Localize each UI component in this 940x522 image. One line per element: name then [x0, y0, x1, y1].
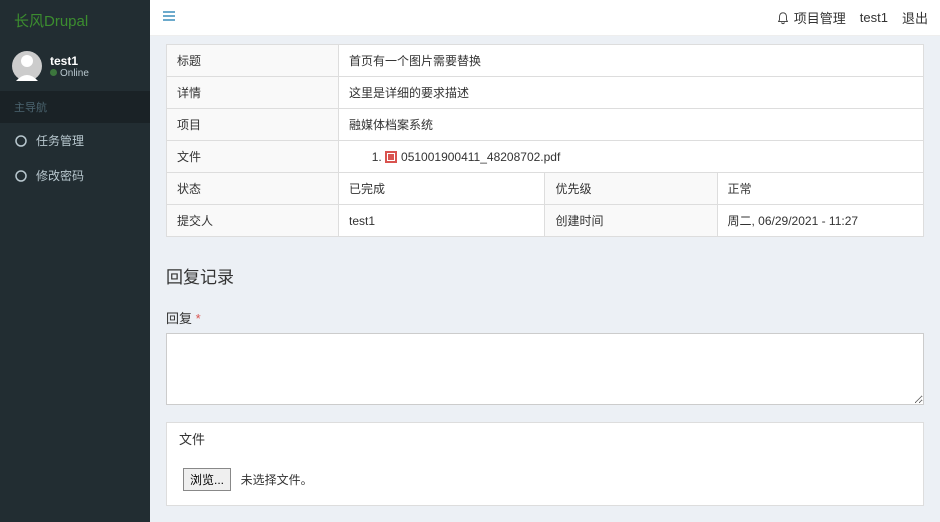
value-desc: 这里是详细的要求描述 [339, 77, 924, 109]
value-project: 融媒体档案系统 [339, 109, 924, 141]
topbar-username[interactable]: test1 [860, 10, 888, 25]
pdf-icon [385, 151, 397, 163]
label-desc: 详情 [167, 77, 339, 109]
sidebar-item-tasks[interactable]: 任务管理 [0, 123, 150, 158]
label-submitter: 提交人 [167, 205, 339, 237]
user-status: Online [50, 68, 89, 79]
logout-link[interactable]: 退出 [902, 8, 928, 27]
label-file: 文件 [167, 141, 339, 173]
file-legend: 文件 [167, 423, 923, 454]
sidebar: 长风Drupal test1 Online 主导航 任务管理 修改密码 [0, 0, 150, 522]
browse-button[interactable]: 浏览... [183, 468, 231, 491]
circle-icon [14, 134, 28, 148]
sidebar-item-password[interactable]: 修改密码 [0, 158, 150, 193]
file-fieldset: 文件 浏览... 未选择文件。 [166, 422, 924, 506]
content-area: 标题 首页有一个图片需要替换 详情 这里是详细的要求描述 项目 融媒体档案系统 … [150, 36, 940, 522]
avatar [12, 51, 42, 81]
reply-label: 回复 * [166, 308, 924, 327]
file-item[interactable]: 051001900411_48208702.pdf [385, 150, 913, 164]
detail-table: 标题 首页有一个图片需要替换 详情 这里是详细的要求描述 项目 融媒体档案系统 … [166, 44, 924, 237]
topbar: 项目管理 test1 退出 [150, 0, 940, 36]
project-mgmt-link[interactable]: 项目管理 [776, 8, 846, 27]
value-priority: 正常 [717, 173, 923, 205]
value-created: 周二, 06/29/2021 - 11:27 [717, 205, 923, 237]
brand-logo: 长风Drupal [0, 0, 150, 41]
reply-textarea[interactable] [166, 333, 924, 405]
sidebar-item-label: 修改密码 [36, 167, 84, 184]
label-title: 标题 [167, 45, 339, 77]
value-file: 051001900411_48208702.pdf [339, 141, 924, 173]
menu-toggle-icon[interactable] [162, 9, 176, 26]
value-status: 已完成 [339, 173, 545, 205]
user-panel: test1 Online [0, 41, 150, 91]
circle-icon [14, 169, 28, 183]
label-created: 创建时间 [545, 205, 717, 237]
bell-icon [776, 11, 790, 25]
file-status-text: 未选择文件。 [241, 473, 313, 487]
label-project: 项目 [167, 109, 339, 141]
value-title: 首页有一个图片需要替换 [339, 45, 924, 77]
value-submitter: test1 [339, 205, 545, 237]
reply-history-heading: 回复记录 [166, 263, 924, 288]
user-name: test1 [50, 54, 89, 68]
label-priority: 优先级 [545, 173, 717, 205]
sidebar-item-label: 任务管理 [36, 132, 84, 149]
nav-header: 主导航 [0, 91, 150, 123]
label-status: 状态 [167, 173, 339, 205]
